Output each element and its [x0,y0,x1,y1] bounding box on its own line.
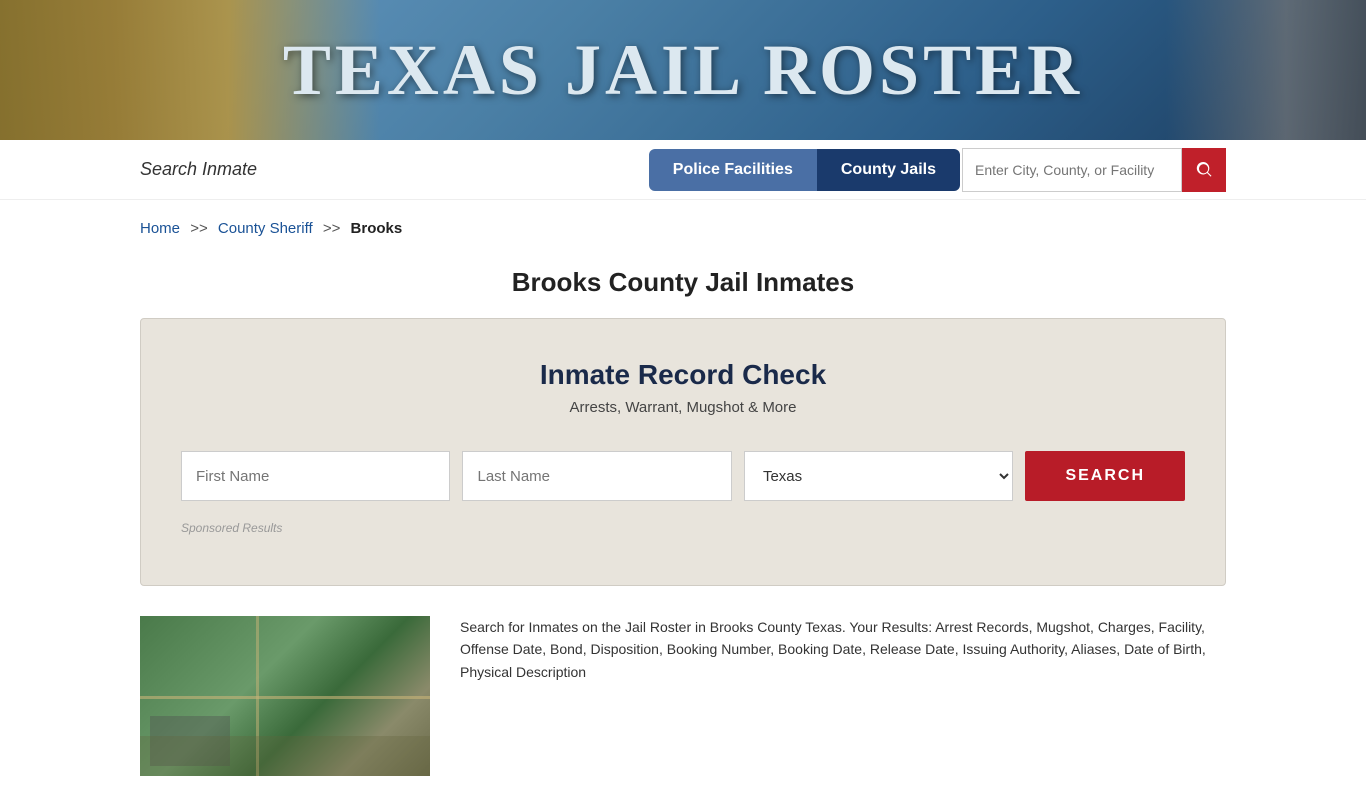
search-icon [1194,160,1214,180]
nav-search-container [962,148,1226,192]
main-content: Inmate Record Check Arrests, Warrant, Mu… [0,318,1366,806]
breadcrumb: Home >> County Sheriff >> Brooks [0,200,1366,257]
breadcrumb-sep2: >> [323,220,341,237]
county-jails-button[interactable]: County Jails [817,149,960,191]
nav-bar: Search Inmate Police Facilities County J… [0,140,1366,200]
record-check-search-button[interactable]: SEARCH [1025,451,1185,501]
sponsored-text: Sponsored Results [181,521,1185,535]
police-facilities-button[interactable]: Police Facilities [649,149,817,191]
site-title-text: Texas Jail Roster [283,30,1083,110]
facility-image [140,616,430,776]
page-title: Brooks County Jail Inmates [0,267,1366,298]
nav-right: Police Facilities County Jails [649,148,1226,192]
aerial-road-h [140,696,430,699]
breadcrumb-sep1: >> [190,220,208,237]
header-banner: Texas Jail Roster [0,0,1366,140]
state-select[interactable]: Texas Alabama Alaska Arizona Arkansas Ca… [744,451,1013,501]
page-title-section: Brooks County Jail Inmates [0,257,1366,318]
first-name-input[interactable] [181,451,450,501]
bottom-section: Search for Inmates on the Jail Roster in… [140,616,1226,776]
record-check-form: Texas Alabama Alaska Arizona Arkansas Ca… [181,451,1185,501]
record-check-title: Inmate Record Check [181,359,1185,391]
search-inmate-label: Search Inmate [140,159,257,180]
keys-background [1166,0,1366,140]
record-check-subtitle: Arrests, Warrant, Mugshot & More [181,399,1185,416]
breadcrumb-home[interactable]: Home [140,220,180,237]
breadcrumb-current: Brooks [351,220,403,237]
nav-search-button[interactable] [1182,148,1226,192]
site-title: Texas Jail Roster [283,29,1083,112]
record-check-box: Inmate Record Check Arrests, Warrant, Mu… [140,318,1226,586]
image-overlay [140,736,430,776]
breadcrumb-county-sheriff[interactable]: County Sheriff [218,220,313,237]
last-name-input[interactable] [462,451,731,501]
bottom-description: Search for Inmates on the Jail Roster in… [460,616,1226,683]
nav-search-input[interactable] [962,148,1182,192]
